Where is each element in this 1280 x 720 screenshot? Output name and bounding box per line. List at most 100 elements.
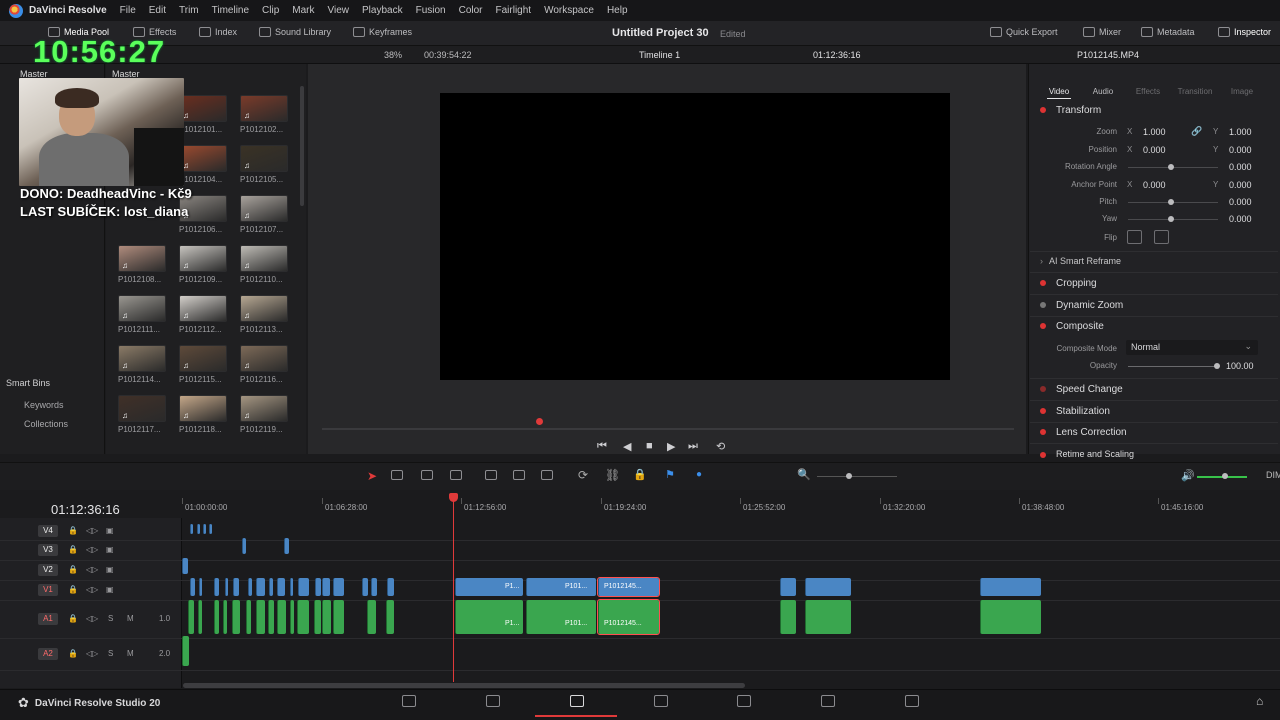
media-pool-clip[interactable]: P1012111...	[118, 295, 168, 345]
timeline-clip-a1[interactable]	[268, 600, 274, 634]
timeline-clip-a1[interactable]	[455, 600, 523, 634]
blade-tool-icon[interactable]	[421, 470, 433, 483]
timeline-selector[interactable]: Timeline 1	[639, 50, 680, 60]
stop-icon[interactable]: ■	[646, 440, 653, 452]
timeline-clip-a1[interactable]	[322, 600, 331, 634]
media-pool-clip[interactable]: P1012109...	[179, 245, 229, 295]
pitch-slider-knob[interactable]	[1168, 199, 1174, 205]
inspector-button[interactable]: Inspector	[1218, 27, 1271, 37]
timeline-clip-a1[interactable]	[367, 600, 376, 634]
track-header-v3[interactable]: V3 🔒 ◁▷ ▣	[0, 540, 182, 560]
sound-library-button[interactable]: Sound Library	[259, 27, 331, 37]
media-pool-clip[interactable]: P1012112...	[179, 295, 229, 345]
timeline-clip-v1[interactable]	[298, 578, 309, 596]
timeline-clip-a1[interactable]	[277, 600, 286, 634]
media-pool-clip[interactable]: P1012102...	[240, 95, 290, 145]
play-reverse-icon[interactable]: ◀	[623, 440, 631, 453]
timeline-clip-a1[interactable]	[214, 600, 219, 634]
timeline-clip-v1[interactable]	[256, 578, 265, 596]
media-pool-clip[interactable]: P1012113...	[240, 295, 290, 345]
track-sync-icon[interactable]: ◁▷	[86, 649, 98, 658]
timeline-clip-v1[interactable]	[333, 578, 344, 596]
section-dynamic-zoom[interactable]: Dynamic Zoom	[1040, 300, 1276, 311]
timeline-clip-a1[interactable]	[780, 600, 796, 634]
menu-mark[interactable]: Mark	[292, 5, 314, 16]
track-lock-icon[interactable]: 🔒	[68, 614, 78, 623]
dim-button[interactable]: DIM	[1266, 470, 1280, 480]
track-lock-icon[interactable]: 🔒	[68, 565, 78, 574]
lock-icon[interactable]: 🔒	[633, 468, 647, 481]
viewer-zoom[interactable]: 38%	[384, 50, 402, 60]
timeline-clip-a1[interactable]	[314, 600, 321, 634]
timeline-clip-a1[interactable]	[198, 600, 202, 634]
timeline-clip-v1[interactable]	[805, 578, 851, 596]
pitch-field[interactable]: 0.000	[1229, 197, 1252, 207]
track-lock-icon[interactable]: 🔒	[68, 649, 78, 658]
menu-file[interactable]: File	[120, 5, 136, 16]
timeline-clip-v1[interactable]	[269, 578, 273, 596]
position-y-field[interactable]: 0.000	[1229, 145, 1252, 155]
menu-playback[interactable]: Playback	[362, 5, 403, 16]
media-pool-clip[interactable]: P1012106...	[179, 195, 229, 245]
timeline-clip-a1[interactable]	[232, 600, 240, 634]
go-to-start-icon[interactable]: ⏮	[597, 440, 607, 453]
timeline-clip-v1[interactable]	[322, 578, 330, 596]
opacity-field[interactable]: 100.00	[1226, 361, 1254, 371]
timeline-clip-v1[interactable]	[214, 578, 219, 596]
track-id[interactable]: A1	[38, 613, 58, 625]
yaw-field[interactable]: 0.000	[1229, 214, 1252, 224]
color-page-icon[interactable]	[737, 695, 751, 707]
menu-fairlight[interactable]: Fairlight	[496, 5, 532, 16]
track-id[interactable]: V4	[38, 524, 58, 537]
track-visibility-icon[interactable]: ▣	[106, 526, 114, 535]
track-header-v4[interactable]: V4 🔒 ◁▷ ▣	[0, 521, 182, 540]
section-transform[interactable]: Transform	[1040, 105, 1276, 116]
track-sync-icon[interactable]: ◁▷	[86, 614, 98, 623]
timeline-clip-v1[interactable]	[780, 578, 796, 596]
timeline-clip-v4[interactable]	[209, 524, 212, 534]
timeline-clip-v1[interactable]	[362, 578, 368, 596]
edit-page-icon[interactable]	[570, 695, 584, 707]
timeline-clip-v1[interactable]	[199, 578, 202, 596]
zoom-y-field[interactable]: 1.000	[1229, 127, 1252, 137]
timeline-clip-a1[interactable]	[526, 600, 596, 634]
track-header-v2[interactable]: V2 🔒 ◁▷ ▣	[0, 560, 182, 580]
linked-selection-icon[interactable]: ⛓	[605, 468, 620, 482]
playhead-handle[interactable]	[449, 493, 458, 502]
media-page-icon[interactable]	[402, 695, 416, 707]
track-lock-icon[interactable]: 🔒	[68, 545, 78, 554]
home-icon[interactable]: ⌂	[1256, 694, 1263, 708]
timeline-clip-a1[interactable]	[980, 600, 1041, 634]
bin-collections[interactable]: Collections	[24, 419, 68, 429]
flag-icon[interactable]: ⚑	[665, 468, 675, 481]
fairlight-page-icon[interactable]	[821, 695, 835, 707]
track-sync-icon[interactable]: ◁▷	[86, 545, 98, 554]
track-header-v1[interactable]: V1 🔒 ◁▷ ▣	[0, 580, 182, 600]
index-button[interactable]: Index	[199, 27, 237, 37]
media-pool-clip[interactable]: P1012118...	[179, 395, 229, 445]
play-icon[interactable]: ▶	[667, 440, 675, 453]
timeline-clip-v1[interactable]	[980, 578, 1041, 596]
position-x-field[interactable]: 0.000	[1143, 145, 1166, 155]
section-composite[interactable]: Composite	[1040, 321, 1276, 332]
media-pool-clip[interactable]: P1012115...	[179, 345, 229, 395]
timeline-clip-v3[interactable]	[242, 538, 246, 554]
track-visibility-icon[interactable]: ▣	[106, 545, 114, 554]
section-cropping[interactable]: Cropping	[1040, 278, 1276, 289]
timeline-clip-a1[interactable]	[290, 600, 294, 634]
overwrite-clip-icon[interactable]	[513, 470, 525, 483]
section-speed-change[interactable]: Speed Change	[1040, 384, 1276, 395]
selection-tool-icon[interactable]: ➤	[367, 469, 377, 483]
trim-tool-icon[interactable]	[391, 470, 403, 483]
timeline-clip-v1[interactable]	[190, 578, 195, 596]
track-lock-icon[interactable]: 🔒	[68, 585, 78, 594]
timeline-scrollbar[interactable]	[183, 683, 745, 688]
volume-knob[interactable]	[1222, 473, 1228, 479]
section-retime-scaling[interactable]: Retime and Scaling	[1040, 449, 1276, 459]
section-stabilization[interactable]: Stabilization	[1040, 406, 1276, 417]
zoom-x-field[interactable]: 1.000	[1143, 127, 1166, 137]
metadata-button[interactable]: Metadata	[1141, 27, 1195, 37]
volume-icon[interactable]: 🔊	[1181, 469, 1195, 482]
inspector-tab-video[interactable]: Video	[1039, 87, 1079, 96]
timeline-clip-a1-selected[interactable]	[597, 599, 660, 635]
